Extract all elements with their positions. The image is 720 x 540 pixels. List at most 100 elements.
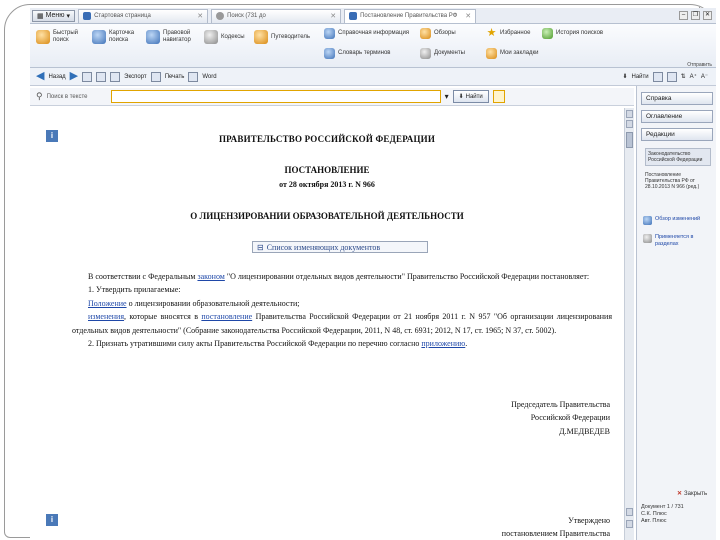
close-panel-button[interactable]: ✕ Закрыть [677, 490, 707, 498]
legal-navigator-button[interactable]: Правовой навигатор [146, 30, 202, 44]
print-label[interactable]: Печать [165, 74, 185, 80]
law-link[interactable]: законом [197, 272, 224, 281]
scroll-down-icon[interactable] [626, 520, 633, 528]
documents-button[interactable]: Документы [420, 48, 480, 59]
dictionary-icon [324, 48, 335, 59]
font-increase-icon[interactable]: A⁺ [690, 73, 697, 80]
close-icon[interactable]: ✕ [197, 12, 203, 20]
paragraph: изменения, которые вносятся в постановле… [72, 310, 612, 337]
approved-line: Утверждено [568, 516, 610, 525]
reviews-button[interactable]: Обзоры [420, 28, 480, 39]
tab-label: Стартовая страница [94, 13, 151, 19]
link-label: Применяется в разделах [655, 234, 694, 247]
scroll-up-icon[interactable] [626, 110, 633, 118]
save-icon[interactable] [82, 71, 93, 82]
button-label: Редакции [646, 131, 675, 138]
tab-label: Постановление Правительства РФ [360, 13, 458, 19]
toolbar-label: Словарь терминов [338, 50, 391, 56]
info-icon[interactable]: i [46, 514, 58, 526]
restore-icon[interactable]: ❐ [691, 11, 700, 20]
guide-button[interactable]: Путеводитель [254, 30, 320, 44]
back-label[interactable]: Назад [48, 74, 65, 80]
scroll-thumb[interactable] [626, 132, 633, 148]
folder-icon[interactable] [96, 71, 107, 82]
text: "О лицензировании отдельных видов деятел… [224, 272, 590, 281]
arrow-down-icon: ⬇ [458, 94, 464, 100]
menu-icon: ▦ [37, 12, 44, 20]
search-icon [36, 30, 50, 44]
down-arrow-icon[interactable]: ⬇ [622, 73, 627, 80]
book-icon [204, 30, 218, 44]
search-card-button[interactable]: Карточка поиска [92, 30, 144, 44]
minimize-icon[interactable]: – [679, 11, 688, 20]
find-button[interactable]: ⬇ Найти [452, 90, 489, 103]
button-label: Оглавление [646, 113, 683, 120]
tab-start-page[interactable]: Стартовая страница ✕ [78, 8, 209, 23]
approved-line: постановлением Правительства [501, 529, 610, 539]
card-icon [92, 30, 106, 44]
document-view: i ПРАВИТЕЛЬСТВО РОССИЙСКОЙ ФЕДЕРАЦИИ ПОС… [30, 108, 624, 540]
window-controls: – ❐ ✕ [679, 11, 716, 20]
changes-review-link[interactable]: Обзор изменений [643, 216, 700, 225]
paragraph: 1. Утвердить прилагаемые: [88, 285, 181, 295]
word-label[interactable]: Word [202, 74, 216, 80]
signature-block: Председатель Правительства Российской Фе… [410, 398, 610, 438]
help-button[interactable]: Справка [641, 92, 713, 105]
text: 2. Признать утратившими силу акты Правит… [88, 339, 422, 349]
contents-button[interactable]: Оглавление [641, 110, 713, 123]
search-label: Поиск в тексте [46, 93, 88, 100]
toolbar-label: Обзоры [434, 30, 456, 36]
dictionary-button[interactable]: Словарь терминов [324, 48, 414, 59]
reference-info-button[interactable]: Справочная информация [324, 28, 414, 39]
changes-link[interactable]: изменения [88, 312, 124, 321]
resolution-link[interactable]: постановление [201, 312, 252, 321]
document-note: Постановление Правительства РФ от 28.10.… [645, 172, 700, 190]
search-history-button[interactable]: История поисков [542, 28, 612, 39]
tab-document[interactable]: Постановление Правительства РФ ✕ [344, 8, 477, 23]
main-toolbar: Быстрый поиск Карточка поиска Правовой н… [30, 24, 716, 68]
appendix-link[interactable]: приложению [421, 339, 465, 348]
find-label[interactable]: Найти [632, 74, 649, 80]
menu-button[interactable]: ▦ Меню ▾ [32, 9, 76, 22]
consultant-window: ▦ Меню ▾ Стартовая страница ✕ Поиск (731… [30, 8, 716, 540]
applied-in-link[interactable]: Применяется в разделах [643, 234, 716, 247]
highlight-icon[interactable] [492, 90, 505, 103]
scroll-down-page-icon[interactable] [626, 508, 633, 516]
document-scrollbar[interactable] [624, 108, 634, 540]
export-label[interactable]: Экспорт [124, 74, 147, 80]
codes-button[interactable]: Кодексы [204, 30, 250, 44]
dropdown-icon[interactable]: ▾ [445, 92, 449, 101]
navigator-icon [146, 30, 160, 44]
favorites-button[interactable]: ★ Избранное [486, 28, 542, 39]
close-window-icon[interactable]: ✕ [703, 11, 712, 20]
text: , которые вносятся в [124, 312, 202, 322]
regulation-link[interactable]: Положение [88, 299, 127, 308]
sort-icon[interactable]: ⇅ [681, 73, 686, 80]
bookmark-add-icon[interactable] [652, 71, 663, 82]
font-decrease-icon[interactable]: A⁻ [701, 73, 708, 80]
history-icon [542, 28, 553, 39]
chart-icon[interactable] [666, 71, 677, 82]
toolbar-label: Справочная информация [338, 30, 410, 36]
text-search-bar: ⚲ Поиск в тексте ▾ ⬇ Найти [30, 88, 634, 106]
bookmarks-button[interactable]: Мои закладки [486, 48, 566, 59]
close-icon[interactable]: ✕ [465, 12, 471, 20]
back-arrow-icon[interactable]: ◀ [36, 71, 44, 82]
info-icon [324, 28, 335, 39]
changes-list-toggle[interactable]: ⊟ Список изменяющих документов [252, 241, 428, 253]
print-icon[interactable] [150, 71, 161, 82]
toolbar-label: Мои закладки [500, 50, 539, 56]
quick-search-button[interactable]: Быстрый поиск [36, 30, 88, 44]
close-icon[interactable]: ✕ [330, 12, 336, 20]
guide-icon [254, 30, 268, 44]
document-navbar: ◀ Назад ▶ Экспорт Печать Word ⬇ Найти ⇅ … [30, 68, 716, 86]
document-title: О ЛИЦЕНЗИРОВАНИИ ОБРАЗОВАТЕЛЬНОЙ ДЕЯТЕЛЬ… [190, 211, 464, 221]
word-icon[interactable] [188, 71, 199, 82]
forward-arrow-icon[interactable]: ▶ [70, 71, 78, 82]
export-icon[interactable] [110, 71, 121, 82]
search-input[interactable] [110, 90, 441, 103]
text: о лицензировании образовательной деятель… [126, 298, 300, 308]
editions-button[interactable]: Редакции [641, 128, 713, 141]
tab-search[interactable]: Поиск (731 до ✕ [211, 8, 342, 23]
scroll-up-page-icon[interactable] [626, 120, 633, 128]
